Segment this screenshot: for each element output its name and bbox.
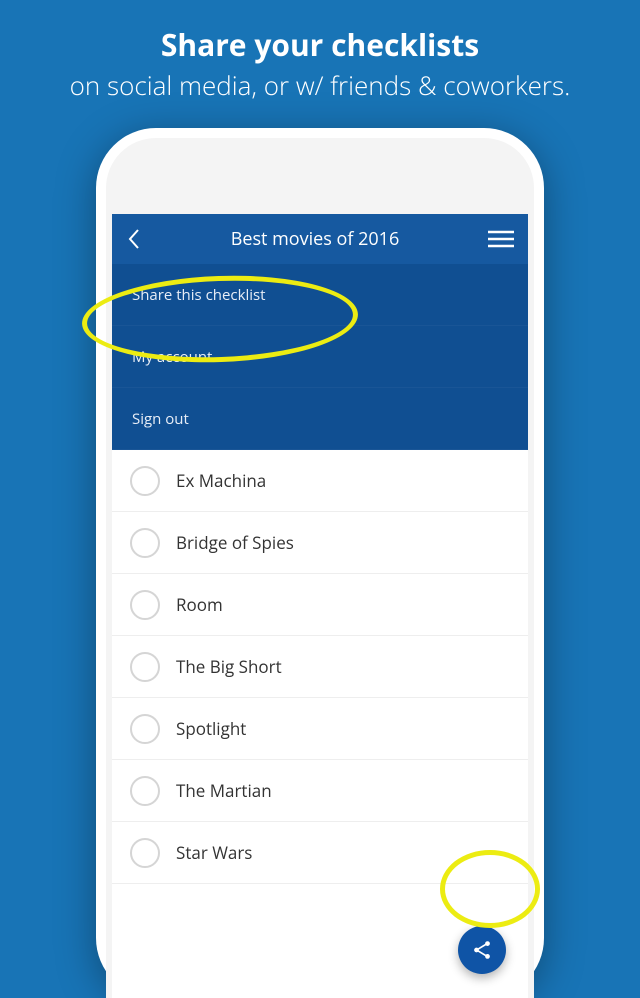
hamburger-icon (488, 230, 514, 248)
list-item[interactable]: The Big Short (112, 636, 528, 698)
list-item-label: Bridge of Spies (176, 531, 294, 554)
navbar: Best movies of 2016 (112, 214, 528, 264)
menu-button[interactable] (488, 230, 514, 248)
list-item[interactable]: Star Wars (112, 822, 528, 884)
checkbox-icon[interactable] (130, 838, 160, 868)
app-screen: Best movies of 2016 Share this checklist… (112, 214, 528, 998)
menu-item-signout[interactable]: Sign out (112, 388, 528, 450)
checkbox-icon[interactable] (130, 528, 160, 558)
menu-item-account[interactable]: My account (112, 326, 528, 388)
list-item-label: Ex Machina (176, 469, 266, 492)
dropdown-menu: Share this checklist My account Sign out (112, 264, 528, 450)
checkbox-icon[interactable] (130, 652, 160, 682)
promo-banner: Share your checklists on social media, o… (0, 0, 640, 103)
list-item[interactable]: Ex Machina (112, 450, 528, 512)
list-item-label: Room (176, 593, 223, 616)
list-item[interactable]: Spotlight (112, 698, 528, 760)
list-item-label: The Big Short (176, 655, 282, 678)
list-item[interactable]: The Martian (112, 760, 528, 822)
menu-item-label: Sign out (132, 409, 189, 429)
list-item-label: Star Wars (176, 841, 252, 864)
list-item[interactable]: Room (112, 574, 528, 636)
list-item-label: Spotlight (176, 717, 246, 740)
menu-item-share[interactable]: Share this checklist (112, 264, 528, 326)
checkbox-icon[interactable] (130, 714, 160, 744)
phone-frame: Best movies of 2016 Share this checklist… (96, 128, 544, 998)
phone-bezel: Best movies of 2016 Share this checklist… (106, 138, 534, 998)
chevron-left-icon (126, 227, 142, 251)
checklist: Ex Machina Bridge of Spies Room The Big … (112, 450, 528, 884)
menu-item-label: My account (132, 347, 212, 367)
back-button[interactable] (126, 227, 142, 251)
share-fab[interactable] (458, 926, 506, 974)
checkbox-icon[interactable] (130, 776, 160, 806)
list-item-label: The Martian (176, 779, 272, 802)
share-icon (471, 939, 493, 961)
promo-headline: Share your checklists (20, 24, 620, 65)
menu-item-label: Share this checklist (132, 285, 266, 305)
checkbox-icon[interactable] (130, 466, 160, 496)
list-item[interactable]: Bridge of Spies (112, 512, 528, 574)
promo-subline: on social media, or w/ friends & coworke… (20, 67, 620, 103)
checkbox-icon[interactable] (130, 590, 160, 620)
page-title: Best movies of 2016 (231, 227, 400, 251)
